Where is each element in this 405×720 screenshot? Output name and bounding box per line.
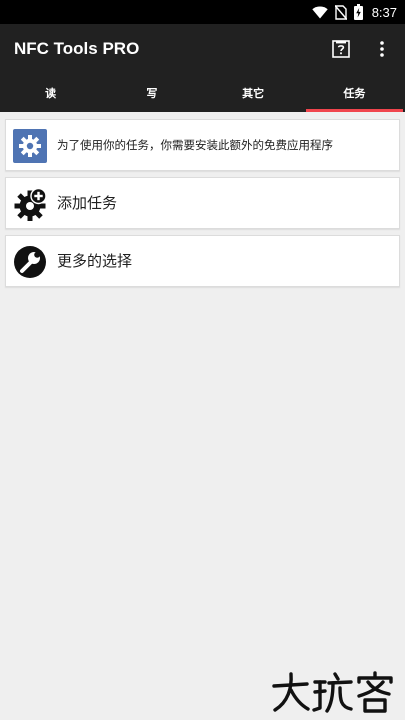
app-title: NFC Tools PRO <box>14 39 140 58</box>
overflow-menu-button[interactable] <box>370 37 394 61</box>
install-app-card[interactable]: 为了使用你的任务，你需要安装此额外的免费应用程序 <box>5 119 400 171</box>
tab-write[interactable]: 写 <box>101 74 202 112</box>
wrench-icon <box>13 245 47 279</box>
overflow-menu-icon <box>380 41 384 57</box>
app-bar: NFC Tools PRO <box>0 24 405 74</box>
gear-icon <box>13 129 47 163</box>
status-icons: 8:37 <box>311 0 397 24</box>
help-button[interactable] <box>329 37 353 61</box>
wifi-icon <box>311 6 328 18</box>
add-task-label: 添加任务 <box>57 194 118 212</box>
add-task-card[interactable]: 添加任务 <box>5 177 400 229</box>
status-time: 8:37 <box>371 4 397 20</box>
battery-icon <box>353 4 363 20</box>
add-gear-icon <box>13 187 47 221</box>
help-icon <box>332 40 350 58</box>
more-options-label: 更多的选择 <box>57 252 133 270</box>
more-options-card[interactable]: 更多的选择 <box>5 235 400 287</box>
tab-bar: 读 写 其它 任务 <box>0 74 405 112</box>
tab-other[interactable]: 其它 <box>203 74 304 112</box>
tab-read[interactable]: 读 <box>0 74 101 112</box>
no-sim-icon <box>334 4 347 20</box>
install-app-text: 为了使用你的任务，你需要安装此额外的免费应用程序 <box>57 138 333 152</box>
watermark-logo <box>272 671 393 713</box>
status-bar: 8:37 <box>0 0 405 24</box>
tab-tasks[interactable]: 任务 <box>304 74 405 112</box>
